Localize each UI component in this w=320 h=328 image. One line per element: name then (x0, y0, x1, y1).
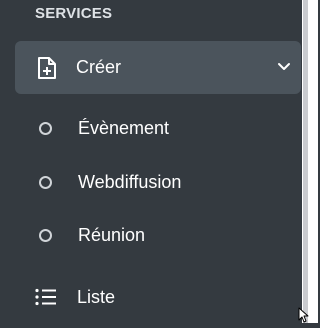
nav-item-creer-label: Créer (76, 57, 122, 77)
mouse-cursor-icon (298, 307, 312, 323)
nav-item-liste[interactable]: Liste (0, 278, 302, 318)
section-header: SERVICES (35, 5, 113, 22)
sub-item-reunion[interactable]: Réunion (0, 215, 302, 255)
circle-icon (39, 229, 52, 242)
sidebar: SERVICES Créer Évènement Webdiffusion Ré… (0, 0, 302, 323)
circle-icon (39, 122, 52, 135)
sub-item-label: Évènement (78, 118, 170, 138)
list-icon (35, 288, 57, 306)
sub-item-label: Webdiffusion (78, 172, 182, 192)
circle-icon (39, 176, 52, 189)
sub-item-webdiffusion[interactable]: Webdiffusion (0, 162, 302, 202)
chevron-down-icon[interactable] (277, 59, 291, 70)
file-plus-icon (36, 56, 58, 80)
nav-item-creer[interactable]: Créer (15, 41, 301, 94)
sub-item-label: Réunion (78, 225, 146, 245)
sub-item-evenement[interactable]: Évènement (0, 108, 302, 148)
scrollbar-thumb[interactable] (303, 0, 308, 323)
nav-item-liste-label: Liste (77, 287, 116, 307)
